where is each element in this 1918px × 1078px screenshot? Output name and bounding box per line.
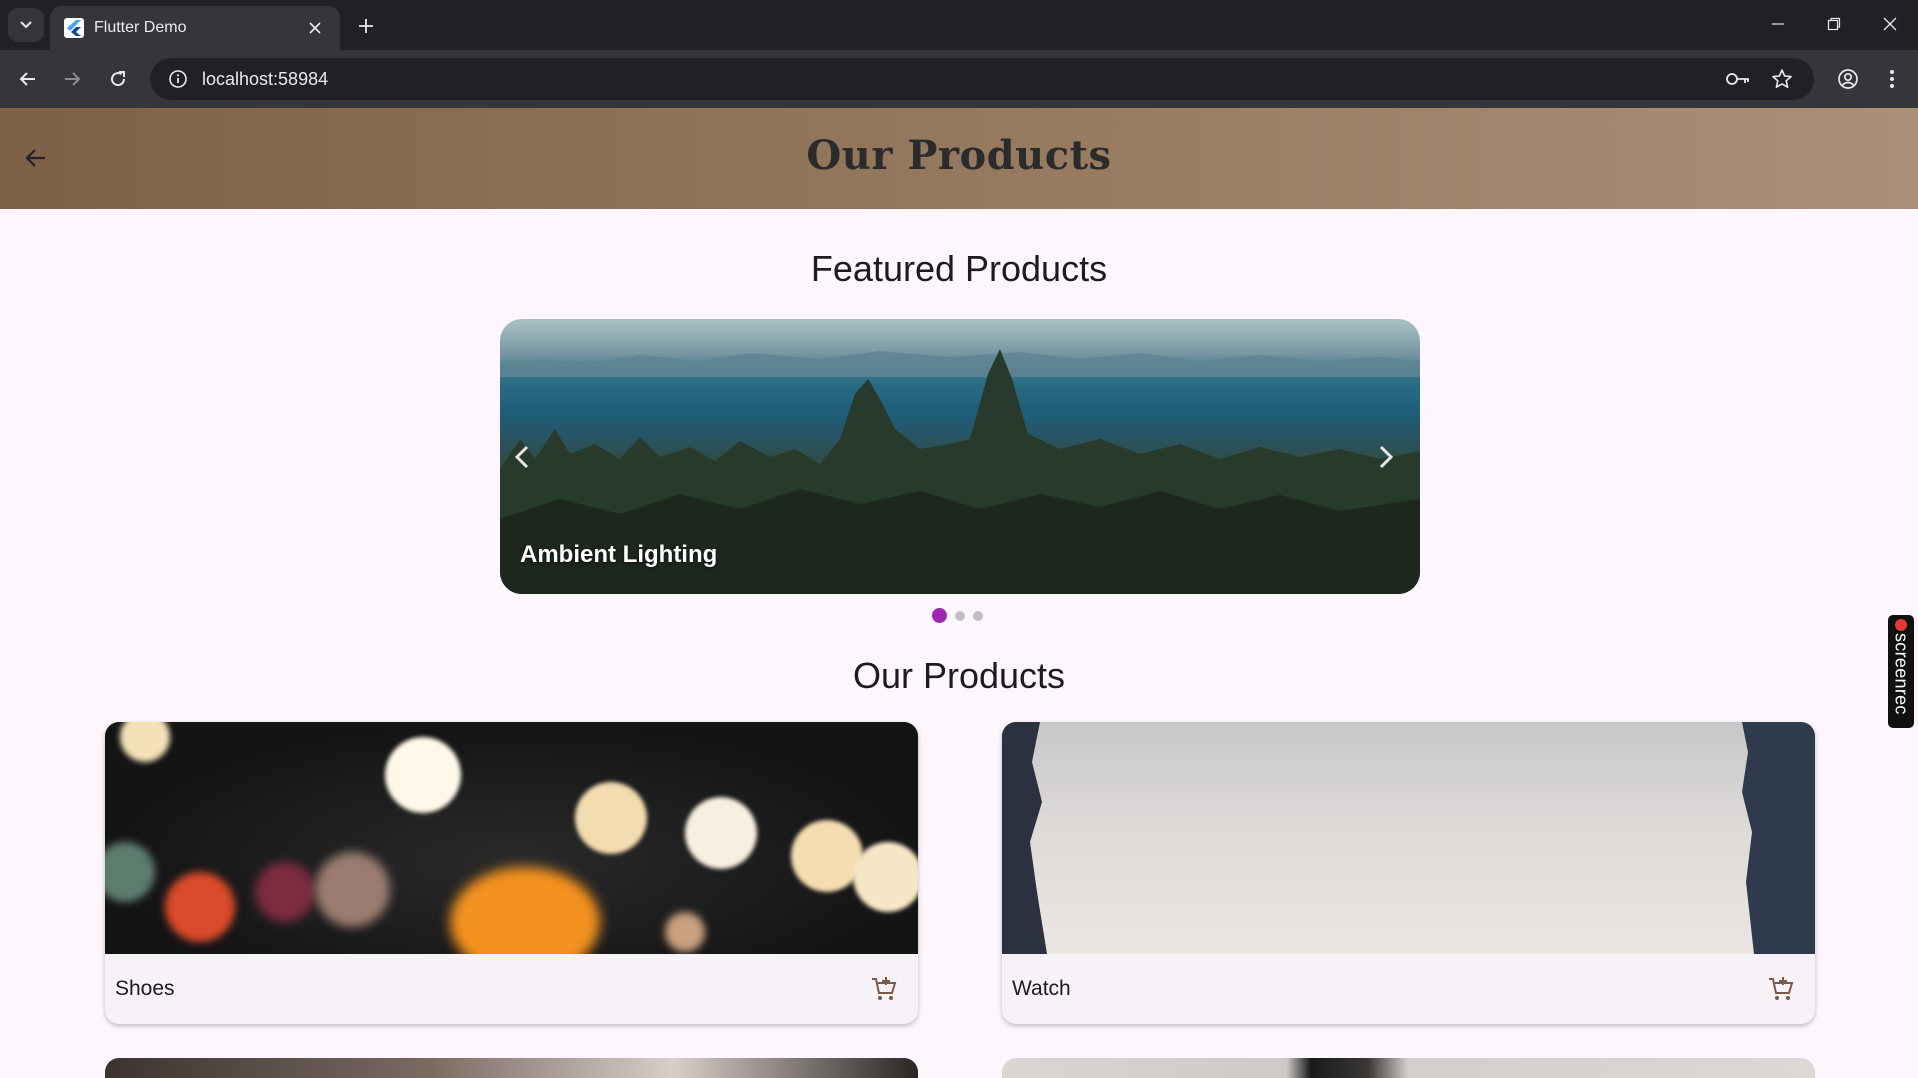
product-image — [105, 722, 918, 954]
browser-toolbar: localhost:58984 — [0, 50, 1918, 108]
url-text[interactable]: localhost:58984 — [202, 69, 1716, 90]
product-card-partial-right[interactable] — [1002, 1058, 1815, 1078]
page-title: Our Products — [806, 132, 1112, 179]
browser-tab-strip: Flutter Demo — [0, 0, 1918, 50]
screen-recorder-widget[interactable]: screenrec — [1888, 615, 1914, 728]
close-window-button[interactable] — [1870, 8, 1910, 40]
add-shopping-cart-icon — [872, 977, 897, 1000]
address-bar[interactable]: localhost:58984 — [150, 58, 1814, 100]
browser-tab[interactable]: Flutter Demo — [50, 6, 340, 50]
recorder-label: screenrec — [1891, 633, 1912, 715]
reload-button[interactable] — [100, 61, 136, 97]
back-button[interactable] — [10, 61, 46, 97]
minimize-button[interactable] — [1758, 8, 1798, 40]
profile-button[interactable] — [1828, 61, 1868, 97]
close-icon — [1883, 17, 1897, 31]
featured-carousel[interactable]: Ambient Lighting — [500, 319, 1420, 594]
carousel-dot-3[interactable] — [973, 610, 983, 621]
carousel-dot-1[interactable] — [932, 608, 947, 623]
chevron-down-icon — [20, 21, 32, 29]
new-tab-button[interactable] — [352, 12, 380, 40]
carousel-prev-button[interactable] — [502, 437, 542, 477]
carousel-dot-2[interactable] — [955, 610, 965, 621]
product-name: Shoes — [115, 977, 175, 1000]
account-icon — [1838, 69, 1858, 89]
tab-title: Flutter Demo — [94, 19, 187, 36]
minimize-icon — [1772, 23, 1784, 25]
carousel-caption: Ambient Lighting — [520, 541, 718, 568]
chevron-right-icon — [1379, 445, 1394, 469]
record-icon — [1895, 619, 1907, 631]
close-tab-icon[interactable] — [304, 17, 326, 39]
bookmark-star-icon[interactable] — [1760, 61, 1804, 97]
product-name: Watch — [1012, 977, 1071, 1000]
chevron-left-icon — [514, 445, 529, 469]
forward-button[interactable] — [54, 61, 90, 97]
plus-icon — [359, 19, 373, 33]
arrow-right-icon — [65, 72, 81, 86]
restore-icon — [1827, 17, 1841, 31]
restore-button[interactable] — [1814, 8, 1854, 40]
site-info-icon[interactable] — [158, 58, 198, 100]
add-shopping-cart-icon — [1769, 977, 1794, 1000]
app-bar: Our Products — [0, 108, 1918, 209]
carousel-next-button[interactable] — [1366, 437, 1406, 477]
arrow-left-icon — [19, 72, 35, 86]
featured-heading: Featured Products — [810, 248, 1108, 289]
more-vert-icon — [1890, 70, 1894, 88]
tab-search-button[interactable] — [8, 8, 44, 42]
reload-icon — [111, 71, 126, 87]
browser-menu-button[interactable] — [1874, 61, 1910, 97]
product-card-shoes[interactable]: Shoes — [105, 722, 918, 1024]
add-to-cart-button[interactable] — [864, 969, 904, 1009]
product-card-watch[interactable]: Watch — [1002, 722, 1815, 1024]
add-to-cart-button[interactable] — [1761, 969, 1801, 1009]
product-card-partial-left[interactable] — [105, 1058, 918, 1078]
products-heading: Our Products — [852, 655, 1066, 696]
flutter-icon — [64, 18, 84, 38]
password-key-icon[interactable] — [1716, 61, 1760, 97]
carousel-indicator — [932, 608, 983, 623]
product-image — [1002, 722, 1815, 954]
